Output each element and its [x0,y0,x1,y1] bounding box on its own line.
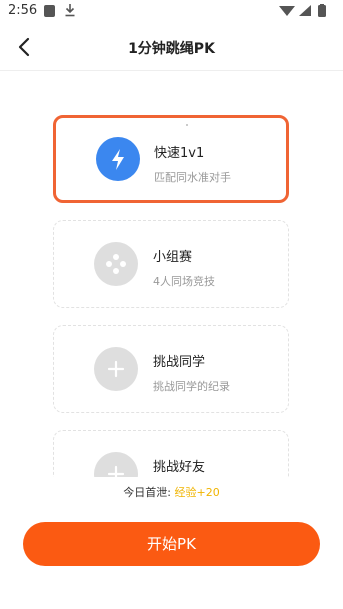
download-icon [65,4,75,17]
mode-title: 挑战同学 [153,355,206,370]
mode-title: 挑战好友 [153,460,206,475]
daily-reward-line: 今日首泄: 经验+20 [0,484,343,500]
mode-title: 快速1v1 [154,146,205,161]
plus-icon [94,452,138,477]
signal-icon [299,5,311,16]
plus-icon [94,347,138,391]
status-time: 2:56 [8,3,38,18]
mode-subtitle: 匹配同水准对手 [154,171,231,184]
lightning-icon [96,137,140,181]
mode-subtitle: 4人同场竞技 [153,275,215,288]
daily-reward-value: 经验+20 [174,486,220,499]
mode-card-challenge-classmate[interactable]: 挑战同学 挑战同学的纪录 [53,325,289,413]
wifi-icon [279,6,295,16]
mode-list: 快速1v1 匹配同水准对手 小组赛 4人同场竞技 挑战同学 挑战同学的纪录 挑战… [0,71,343,477]
mode-card-challenge-friend[interactable]: 挑战好友 [53,430,289,477]
daily-reward-label: 今日首泄: [123,486,171,499]
status-indicators [279,4,326,17]
mode-card-group-match[interactable]: 小组赛 4人同场竞技 [53,220,289,308]
mode-title: 小组赛 [153,250,193,265]
app-icon [44,5,55,17]
start-pk-button[interactable]: 开始PK [23,522,320,566]
gamepad-icon [94,242,138,286]
battery-icon [318,5,326,17]
mode-card-quick-1v1[interactable]: 快速1v1 匹配同水准对手 [53,115,289,203]
page-title: 1分钟跳绳PK [128,41,215,57]
status-bar: 2:56 [0,0,343,24]
mode-subtitle: 挑战同学的纪录 [153,380,230,393]
header: 1分钟跳绳PK [0,24,343,71]
